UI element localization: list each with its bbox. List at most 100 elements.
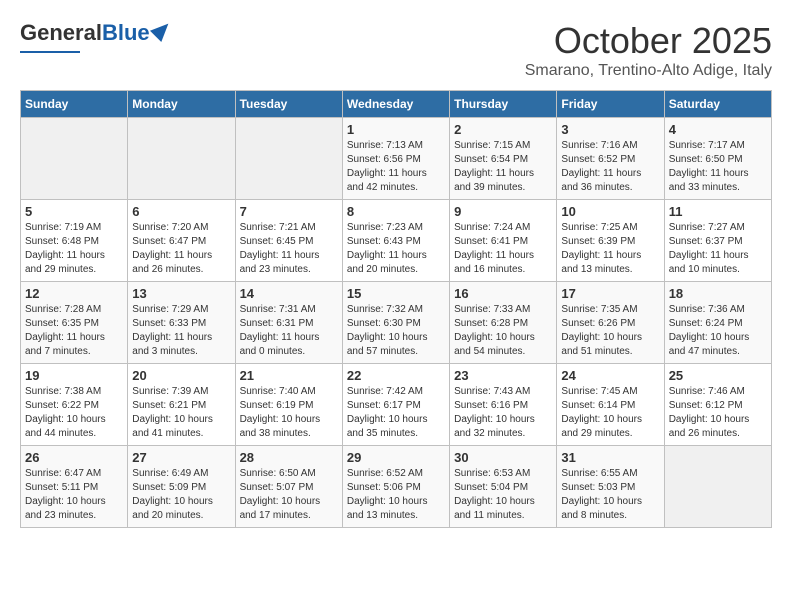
day-info: Sunrise: 7:16 AM Sunset: 6:52 PM Dayligh… xyxy=(561,139,659,195)
day-info: Sunrise: 7:45 AM Sunset: 6:14 PM Dayligh… xyxy=(561,385,659,441)
day-header-saturday: Saturday xyxy=(664,91,771,118)
calendar-cell: 29Sunrise: 6:52 AM Sunset: 5:06 PM Dayli… xyxy=(342,446,449,528)
day-number: 9 xyxy=(454,204,552,219)
day-number: 19 xyxy=(25,368,123,383)
day-number: 6 xyxy=(132,204,230,219)
day-info: Sunrise: 7:23 AM Sunset: 6:43 PM Dayligh… xyxy=(347,221,445,277)
calendar-cell xyxy=(21,118,128,200)
day-info: Sunrise: 7:13 AM Sunset: 6:56 PM Dayligh… xyxy=(347,139,445,195)
day-number: 17 xyxy=(561,286,659,301)
calendar-cell: 8 Sunrise: 7:23 AM Sunset: 6:43 PM Daylig… xyxy=(342,200,449,282)
day-info: Sunrise: 7:27 AM Sunset: 6:37 PM Dayligh… xyxy=(669,221,767,277)
day-info: Sunrise: 7:25 AM Sunset: 6:39 PM Dayligh… xyxy=(561,221,659,277)
title-block: October 2025 Smarano, Trentino-Alto Adig… xyxy=(525,20,772,80)
calendar-table: SundayMondayTuesdayWednesdayThursdayFrid… xyxy=(20,90,772,528)
day-number: 10 xyxy=(561,204,659,219)
week-row-2: 5 Sunrise: 7:19 AM Sunset: 6:48 PM Daylig… xyxy=(21,200,772,282)
day-number: 22 xyxy=(347,368,445,383)
calendar-cell: 7 Sunrise: 7:21 AM Sunset: 6:45 PM Daylig… xyxy=(235,200,342,282)
day-info: Sunrise: 7:28 AM Sunset: 6:35 PM Dayligh… xyxy=(25,303,123,359)
calendar-cell: 11 Sunrise: 7:27 AM Sunset: 6:37 PM Dayli… xyxy=(664,200,771,282)
day-info: Sunrise: 6:53 AM Sunset: 5:04 PM Dayligh… xyxy=(454,467,552,523)
day-number: 18 xyxy=(669,286,767,301)
day-number: 27 xyxy=(132,450,230,465)
week-row-1: 1 Sunrise: 7:13 AM Sunset: 6:56 PM Daylig… xyxy=(21,118,772,200)
day-number: 30 xyxy=(454,450,552,465)
calendar-cell: 22 Sunrise: 7:42 AM Sunset: 6:17 PM Dayli… xyxy=(342,364,449,446)
day-number: 20 xyxy=(132,368,230,383)
day-header-thursday: Thursday xyxy=(450,91,557,118)
day-info: Sunrise: 7:46 AM Sunset: 6:12 PM Dayligh… xyxy=(669,385,767,441)
day-info: Sunrise: 7:42 AM Sunset: 6:17 PM Dayligh… xyxy=(347,385,445,441)
day-number: 7 xyxy=(240,204,338,219)
day-info: Sunrise: 7:43 AM Sunset: 6:16 PM Dayligh… xyxy=(454,385,552,441)
calendar-cell: 15 Sunrise: 7:32 AM Sunset: 6:30 PM Dayli… xyxy=(342,282,449,364)
week-row-3: 12Sunrise: 7:28 AM Sunset: 6:35 PM Dayli… xyxy=(21,282,772,364)
calendar-cell: 30 Sunrise: 6:53 AM Sunset: 5:04 PM Dayli… xyxy=(450,446,557,528)
page-header: GeneralBlue October 2025 Smarano, Trenti… xyxy=(20,20,772,80)
day-number: 4 xyxy=(669,122,767,137)
calendar-cell: 9 Sunrise: 7:24 AM Sunset: 6:41 PM Daylig… xyxy=(450,200,557,282)
calendar-cell: 13Sunrise: 7:29 AM Sunset: 6:33 PM Dayli… xyxy=(128,282,235,364)
calendar-cell: 21Sunrise: 7:40 AM Sunset: 6:19 PM Dayli… xyxy=(235,364,342,446)
month-title: October 2025 xyxy=(525,20,772,62)
day-info: Sunrise: 7:24 AM Sunset: 6:41 PM Dayligh… xyxy=(454,221,552,277)
day-info: Sunrise: 7:40 AM Sunset: 6:19 PM Dayligh… xyxy=(240,385,338,441)
day-header-sunday: Sunday xyxy=(21,91,128,118)
day-info: Sunrise: 7:29 AM Sunset: 6:33 PM Dayligh… xyxy=(132,303,230,359)
calendar-cell: 6 Sunrise: 7:20 AM Sunset: 6:47 PM Daylig… xyxy=(128,200,235,282)
logo-blue: Blue xyxy=(102,20,150,45)
location-title: Smarano, Trentino-Alto Adige, Italy xyxy=(525,62,772,80)
calendar-cell: 28 Sunrise: 6:50 AM Sunset: 5:07 PM Dayli… xyxy=(235,446,342,528)
day-info: Sunrise: 7:39 AM Sunset: 6:21 PM Dayligh… xyxy=(132,385,230,441)
day-number: 5 xyxy=(25,204,123,219)
calendar-cell: 4 Sunrise: 7:17 AM Sunset: 6:50 PM Daylig… xyxy=(664,118,771,200)
day-number: 8 xyxy=(347,204,445,219)
day-info: Sunrise: 6:49 AM Sunset: 5:09 PM Dayligh… xyxy=(132,467,230,523)
day-number: 16 xyxy=(454,286,552,301)
calendar-cell: 31 Sunrise: 6:55 AM Sunset: 5:03 PM Dayli… xyxy=(557,446,664,528)
calendar-cell: 24Sunrise: 7:45 AM Sunset: 6:14 PM Dayli… xyxy=(557,364,664,446)
day-number: 23 xyxy=(454,368,552,383)
day-info: Sunrise: 7:38 AM Sunset: 6:22 PM Dayligh… xyxy=(25,385,123,441)
calendar-cell: 18 Sunrise: 7:36 AM Sunset: 6:24 PM Dayli… xyxy=(664,282,771,364)
calendar-cell: 2Sunrise: 7:15 AM Sunset: 6:54 PM Daylig… xyxy=(450,118,557,200)
week-row-5: 26 Sunrise: 6:47 AM Sunset: 5:11 PM Dayli… xyxy=(21,446,772,528)
day-number: 31 xyxy=(561,450,659,465)
calendar-cell: 26 Sunrise: 6:47 AM Sunset: 5:11 PM Dayli… xyxy=(21,446,128,528)
calendar-cell: 12Sunrise: 7:28 AM Sunset: 6:35 PM Dayli… xyxy=(21,282,128,364)
day-info: Sunrise: 7:19 AM Sunset: 6:48 PM Dayligh… xyxy=(25,221,123,277)
day-info: Sunrise: 7:33 AM Sunset: 6:28 PM Dayligh… xyxy=(454,303,552,359)
day-info: Sunrise: 7:32 AM Sunset: 6:30 PM Dayligh… xyxy=(347,303,445,359)
day-info: Sunrise: 7:21 AM Sunset: 6:45 PM Dayligh… xyxy=(240,221,338,277)
calendar-cell: 19 Sunrise: 7:38 AM Sunset: 6:22 PM Dayli… xyxy=(21,364,128,446)
day-number: 26 xyxy=(25,450,123,465)
day-info: Sunrise: 6:47 AM Sunset: 5:11 PM Dayligh… xyxy=(25,467,123,523)
day-info: Sunrise: 7:20 AM Sunset: 6:47 PM Dayligh… xyxy=(132,221,230,277)
calendar-cell: 3Sunrise: 7:16 AM Sunset: 6:52 PM Daylig… xyxy=(557,118,664,200)
calendar-cell: 23 Sunrise: 7:43 AM Sunset: 6:16 PM Dayli… xyxy=(450,364,557,446)
calendar-cell xyxy=(128,118,235,200)
day-header-wednesday: Wednesday xyxy=(342,91,449,118)
day-number: 29 xyxy=(347,450,445,465)
calendar-cell xyxy=(664,446,771,528)
day-info: Sunrise: 6:50 AM Sunset: 5:07 PM Dayligh… xyxy=(240,467,338,523)
day-number: 25 xyxy=(669,368,767,383)
calendar-cell: 5 Sunrise: 7:19 AM Sunset: 6:48 PM Daylig… xyxy=(21,200,128,282)
day-info: Sunrise: 7:36 AM Sunset: 6:24 PM Dayligh… xyxy=(669,303,767,359)
header-row: SundayMondayTuesdayWednesdayThursdayFrid… xyxy=(21,91,772,118)
calendar-cell: 20 Sunrise: 7:39 AM Sunset: 6:21 PM Dayli… xyxy=(128,364,235,446)
day-number: 28 xyxy=(240,450,338,465)
day-number: 11 xyxy=(669,204,767,219)
calendar-cell: 1 Sunrise: 7:13 AM Sunset: 6:56 PM Daylig… xyxy=(342,118,449,200)
day-info: Sunrise: 7:17 AM Sunset: 6:50 PM Dayligh… xyxy=(669,139,767,195)
day-info: Sunrise: 6:55 AM Sunset: 5:03 PM Dayligh… xyxy=(561,467,659,523)
calendar-cell xyxy=(235,118,342,200)
logo: GeneralBlue xyxy=(20,20,170,53)
day-info: Sunrise: 7:31 AM Sunset: 6:31 PM Dayligh… xyxy=(240,303,338,359)
day-header-friday: Friday xyxy=(557,91,664,118)
day-number: 1 xyxy=(347,122,445,137)
logo-arrow xyxy=(150,18,174,42)
day-number: 14 xyxy=(240,286,338,301)
day-number: 15 xyxy=(347,286,445,301)
